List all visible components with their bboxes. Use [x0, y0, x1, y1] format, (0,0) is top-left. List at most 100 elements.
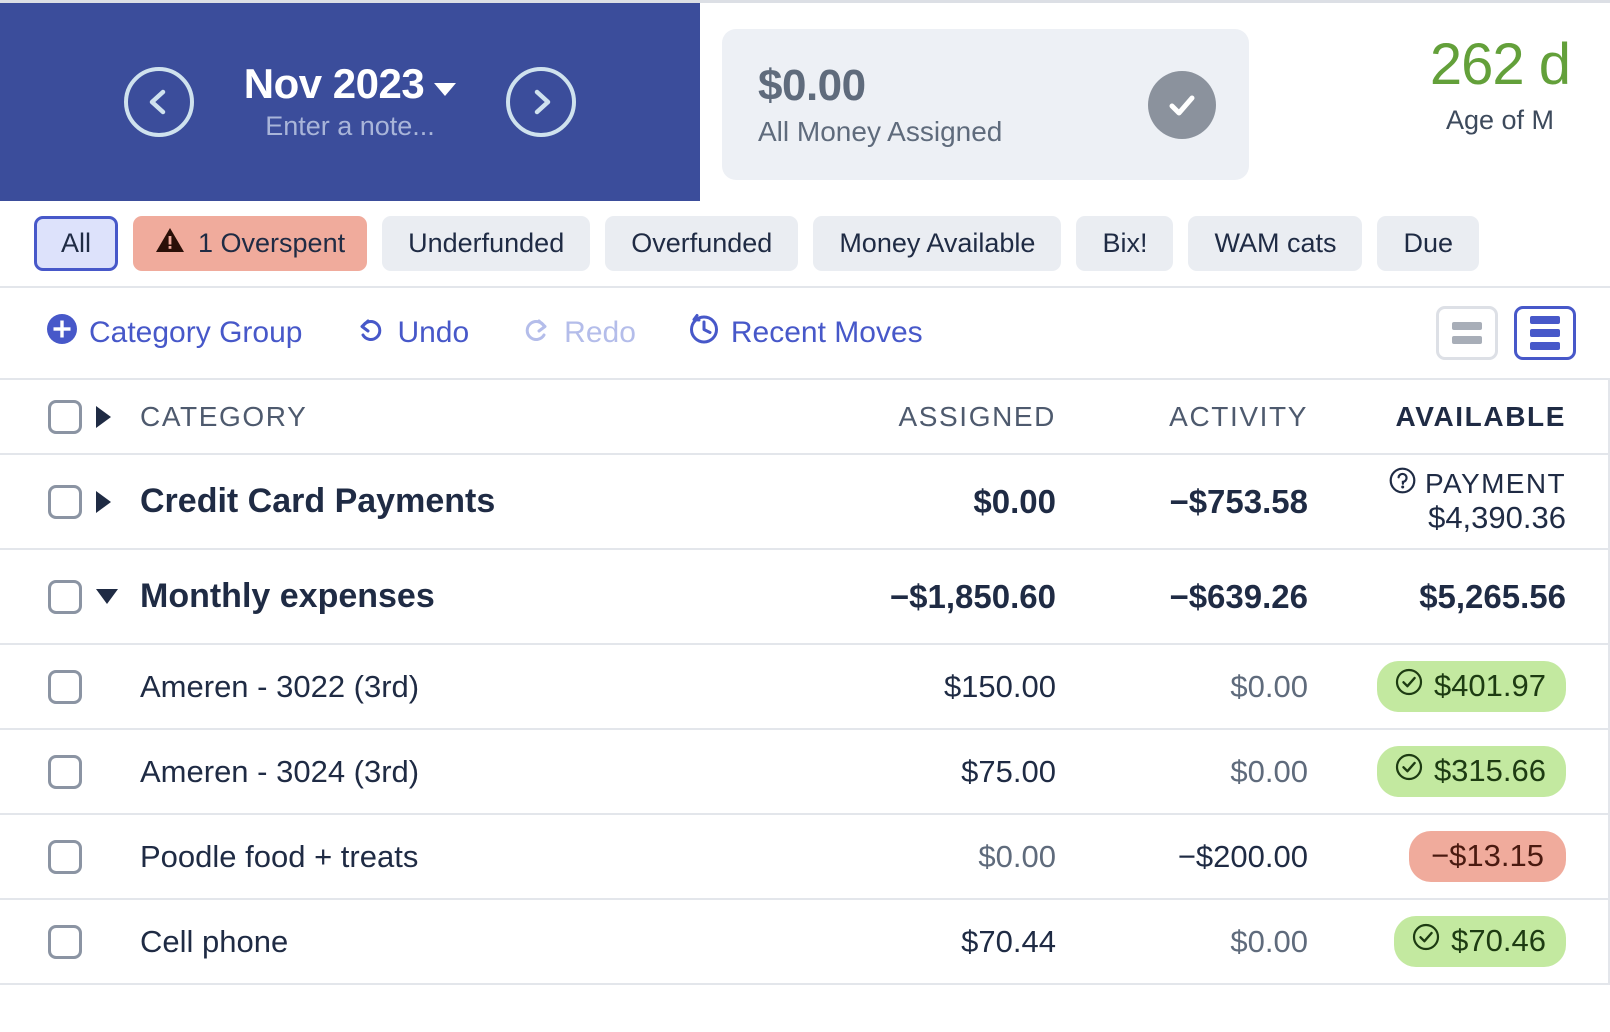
filter-label: 1 Overspent: [198, 228, 346, 258]
ready-to-assign-amount: $0.00: [758, 61, 866, 111]
filter-pill-due[interactable]: Due: [1377, 216, 1480, 271]
triangle-right-icon: [96, 490, 111, 513]
column-header-available-cell: AVAILABLE: [1310, 401, 1610, 433]
row-checkbox-cell: [0, 839, 96, 874]
available-value: $401.97: [1433, 668, 1546, 703]
filter-pill-underfunded[interactable]: Underfunded: [382, 216, 591, 271]
table-row[interactable]: Poodle food + treats $0.00 −$200.00 −$13…: [0, 815, 1610, 900]
row-activity-cell[interactable]: $0.00: [1060, 754, 1310, 790]
age-of-money-label: Age of M: [1445, 104, 1555, 135]
money-assigned-text: $0.00 All Money Assigned: [758, 61, 1148, 148]
month-note-input[interactable]: Enter a note...: [265, 111, 435, 142]
triangle-right-icon: [96, 405, 111, 428]
compact-view-toggle[interactable]: [1436, 306, 1498, 360]
budget-header: Nov 2023 Enter a note... $0.00 All Money…: [0, 0, 1610, 201]
expanded-view-toggle[interactable]: [1514, 306, 1576, 360]
month-dropdown-button[interactable]: Nov 2023: [244, 62, 457, 106]
assigned-value: $75.00: [961, 753, 1056, 789]
row-available-cell[interactable]: $70.46: [1310, 916, 1610, 967]
row-checkbox-cell: [0, 484, 96, 519]
previous-month-button[interactable]: [124, 67, 194, 137]
row-expand-toggle[interactable]: [96, 490, 132, 513]
row-checkbox-cell: [0, 924, 96, 959]
toolbar-label: Recent Moves: [730, 316, 923, 349]
row-assigned-cell[interactable]: −$1,850.60: [800, 578, 1060, 616]
row-activity-cell[interactable]: $0.00: [1060, 669, 1310, 705]
recent-moves-button[interactable]: Recent Moves: [688, 313, 923, 353]
row-checkbox-cell: [0, 579, 96, 614]
filter-label: WAM cats: [1214, 228, 1337, 258]
assigned-value: $70.44: [961, 923, 1056, 959]
bar-glyph: [1530, 329, 1560, 337]
row-collapse-toggle[interactable]: [96, 589, 132, 604]
undo-button[interactable]: Undo: [354, 313, 469, 353]
row-activity-cell[interactable]: $0.00: [1060, 924, 1310, 960]
row-available-cell[interactable]: $315.66: [1310, 746, 1610, 797]
next-month-button[interactable]: [506, 67, 576, 137]
table-row[interactable]: Ameren - 3024 (3rd) $75.00 $0.00 $315.66: [0, 730, 1610, 815]
row-checkbox[interactable]: [48, 669, 82, 704]
column-header-activity: ACTIVITY: [1169, 400, 1308, 432]
row-available-cell[interactable]: −$13.15: [1310, 831, 1610, 882]
row-checkbox-cell: [0, 754, 96, 789]
row-activity-cell[interactable]: −$753.58: [1060, 483, 1310, 521]
table-row[interactable]: Cell phone $70.44 $0.00 $70.46: [0, 900, 1610, 985]
chevron-right-icon: [524, 85, 558, 119]
table-row[interactable]: Monthly expenses −$1,850.60 −$639.26 $5,…: [0, 550, 1610, 645]
filter-label: Money Available: [839, 228, 1036, 258]
row-assigned-cell[interactable]: $0.00: [800, 483, 1060, 521]
activity-value: $0.00: [1230, 668, 1308, 704]
row-available-cell[interactable]: $5,265.56: [1310, 578, 1610, 616]
redo-button[interactable]: Redo: [521, 313, 636, 353]
table-row[interactable]: Ameren - 3022 (3rd) $150.00 $0.00 $401.9…: [0, 645, 1610, 730]
available-badge: $315.66: [1376, 746, 1566, 797]
row-assigned-cell[interactable]: $70.44: [800, 924, 1060, 960]
filter-pill-all[interactable]: All: [34, 216, 119, 271]
select-all-checkbox[interactable]: [48, 399, 82, 434]
triangle-down-icon: [96, 589, 118, 604]
available-badge: $401.97: [1376, 661, 1566, 712]
row-assigned-cell[interactable]: $0.00: [800, 839, 1060, 875]
row-name-cell: Credit Card Payments: [132, 482, 800, 521]
row-checkbox[interactable]: [48, 924, 82, 959]
column-header-assigned-cell: ASSIGNED: [800, 380, 1060, 453]
row-name-cell: Ameren - 3022 (3rd): [132, 669, 800, 705]
bar-glyph: [1530, 342, 1560, 350]
bar-glyph: [1452, 322, 1482, 330]
row-checkbox[interactable]: [48, 839, 82, 874]
filter-pill-money-available[interactable]: Money Available: [813, 216, 1062, 271]
row-checkbox[interactable]: [48, 484, 82, 519]
redo-arrow-icon: [521, 313, 553, 353]
table-row[interactable]: Credit Card Payments $0.00 −$753.58 PAYM…: [0, 455, 1610, 550]
row-activity-cell[interactable]: −$200.00: [1060, 839, 1310, 875]
row-checkbox[interactable]: [48, 754, 82, 789]
ynab-budget-screen: Nov 2023 Enter a note... $0.00 All Money…: [0, 0, 1610, 1032]
available-badge: −$13.15: [1409, 831, 1566, 882]
filter-pill-overspent[interactable]: 1 Overspent: [133, 216, 368, 271]
row-name-cell: Poodle food + treats: [132, 839, 800, 875]
activity-value: −$753.58: [1169, 482, 1308, 520]
assigned-value: −$1,850.60: [889, 577, 1056, 615]
check-circle-icon: [1395, 668, 1423, 704]
row-checkbox[interactable]: [48, 579, 82, 614]
row-name-cell: Cell phone: [132, 924, 800, 960]
row-assigned-cell[interactable]: $75.00: [800, 754, 1060, 790]
budget-toolbar: Category Group Undo Redo Recent Moves: [0, 288, 1610, 380]
filter-pill-overfunded[interactable]: Overfunded: [605, 216, 799, 271]
money-assigned-card[interactable]: $0.00 All Money Assigned: [722, 29, 1249, 180]
filter-label: Due: [1403, 228, 1454, 258]
column-header-category-cell: CATEGORY: [132, 401, 800, 433]
collapse-all-toggle[interactable]: [96, 405, 132, 428]
filter-pill-bix[interactable]: Bix!: [1076, 216, 1174, 271]
add-category-group-button[interactable]: Category Group: [46, 313, 302, 353]
assigned-value: $0.00: [978, 838, 1056, 874]
select-all-checkbox-cell: [0, 399, 96, 434]
bar-glyph: [1452, 336, 1482, 344]
category-group-name: Monthly expenses: [140, 577, 435, 615]
row-assigned-cell[interactable]: $150.00: [800, 669, 1060, 705]
bar-glyph: [1530, 316, 1560, 324]
row-available-cell[interactable]: PAYMENT $4,390.36: [1310, 467, 1610, 536]
row-activity-cell[interactable]: −$639.26: [1060, 578, 1310, 616]
filter-pill-wam-cats[interactable]: WAM cats: [1188, 216, 1363, 271]
row-available-cell[interactable]: $401.97: [1310, 661, 1610, 712]
